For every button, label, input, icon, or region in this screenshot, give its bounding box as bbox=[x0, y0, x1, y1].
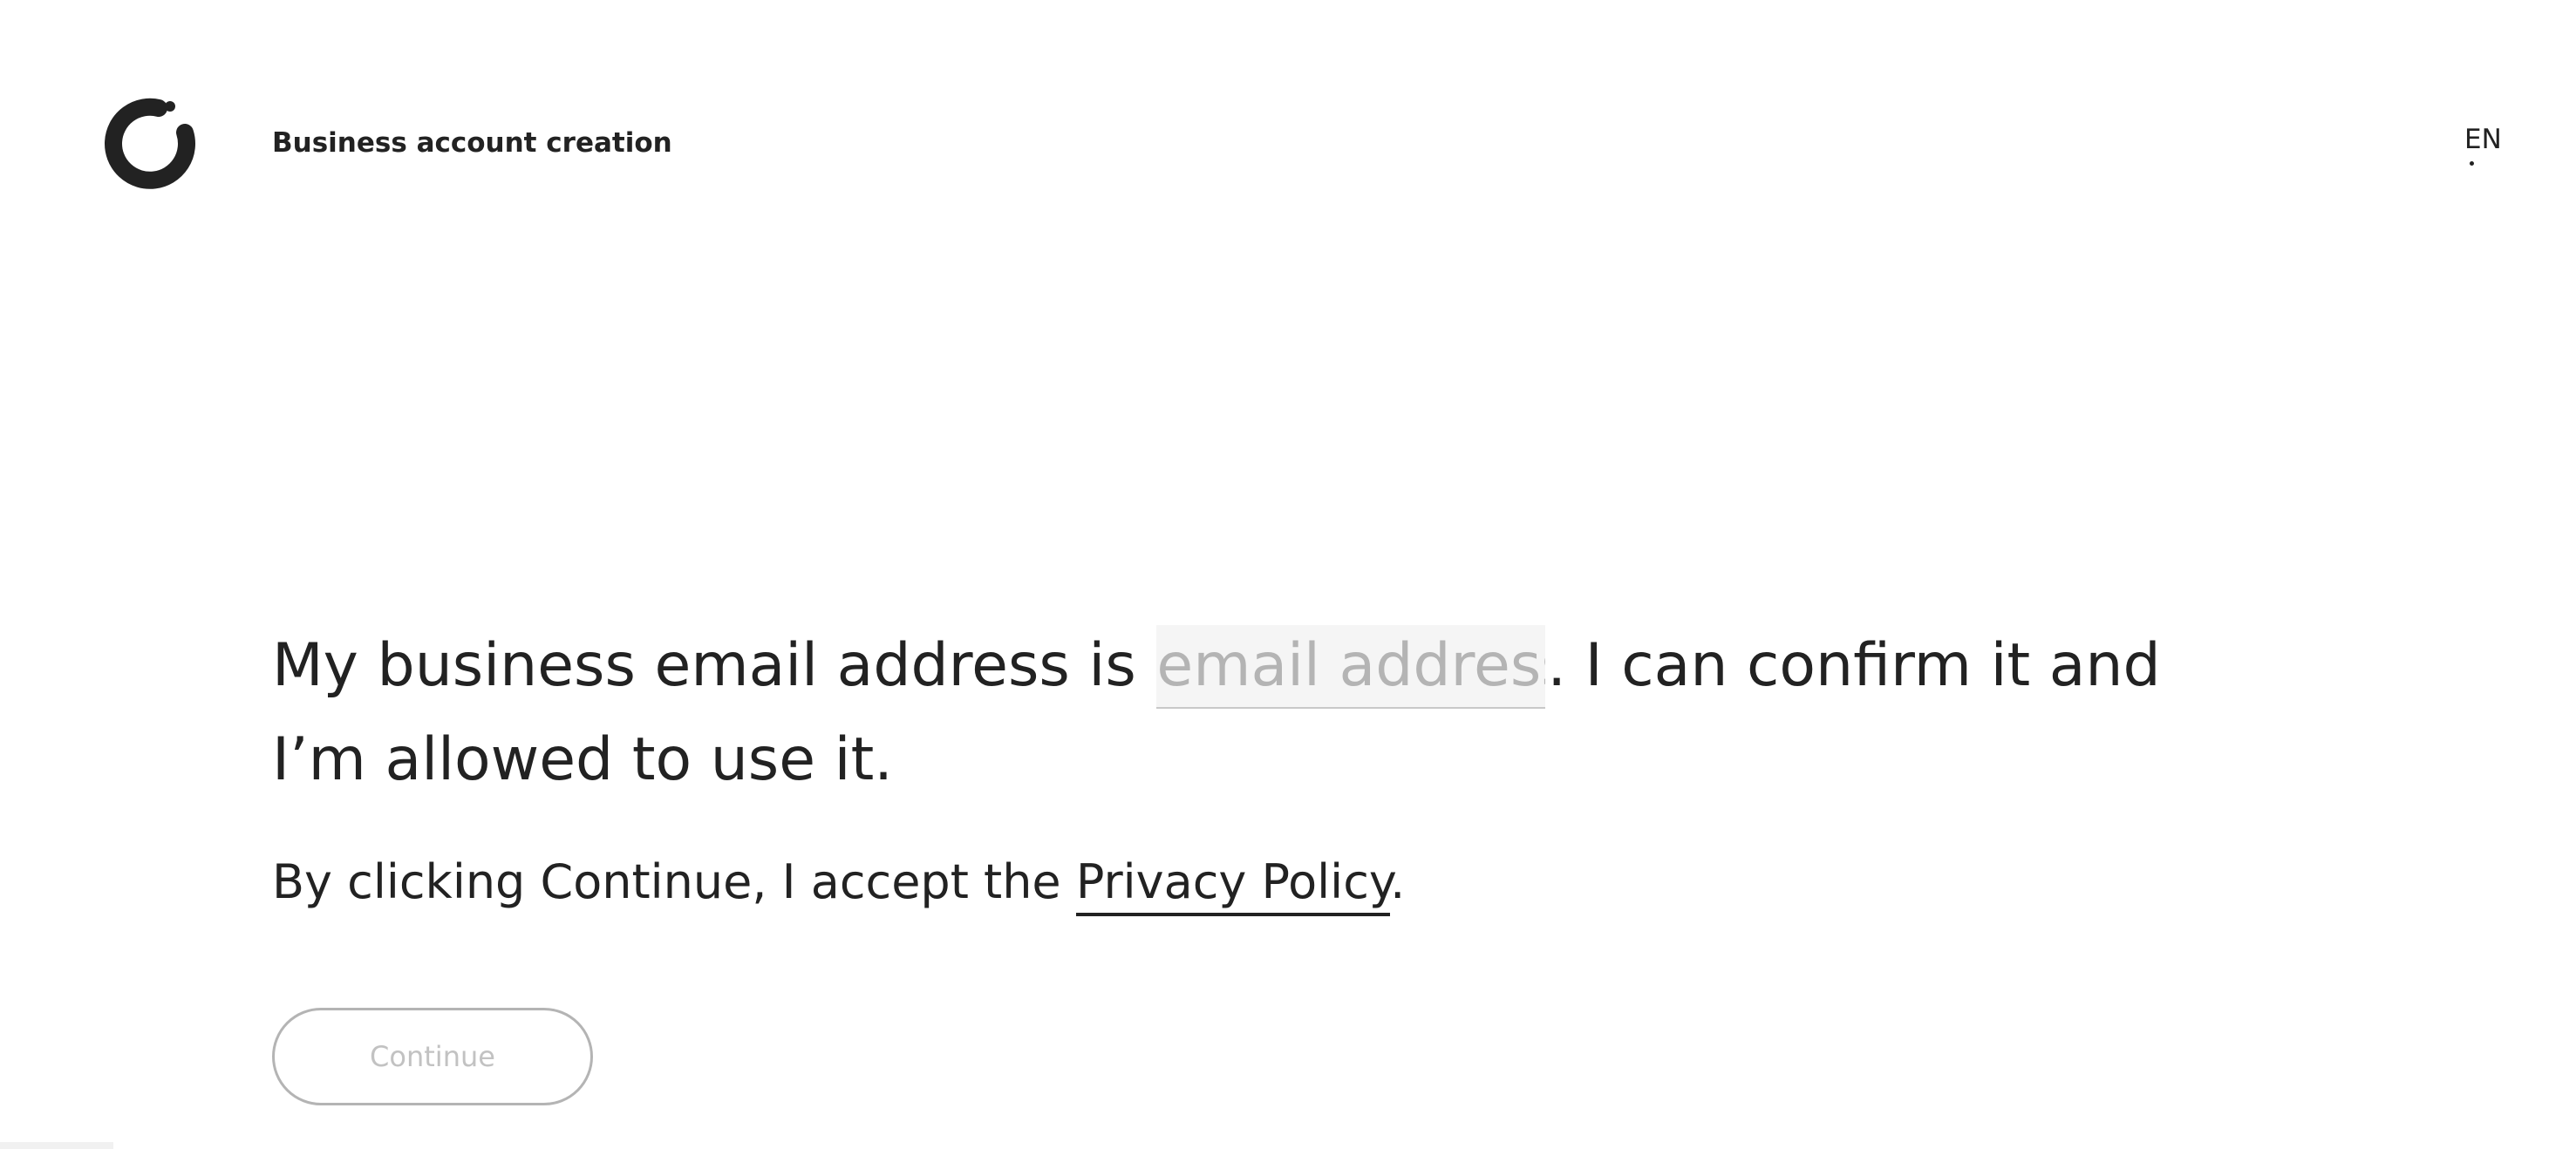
language-selector[interactable]: EN bbox=[2464, 122, 2517, 174]
brand-logo-icon[interactable] bbox=[103, 96, 197, 190]
language-label: EN bbox=[2464, 124, 2502, 155]
account-form: My business email address is . I can con… bbox=[272, 619, 2260, 917]
email-input[interactable] bbox=[1156, 624, 1546, 709]
privacy-policy-link[interactable]: Privacy Policy bbox=[1075, 854, 1391, 916]
policy-suffix: . bbox=[1390, 854, 1406, 909]
bottom-edge-strip bbox=[0, 1142, 113, 1149]
language-indicator-dot bbox=[2470, 161, 2474, 166]
email-statement: My business email address is . I can con… bbox=[272, 619, 2260, 807]
continue-button[interactable]: Continue bbox=[272, 1008, 593, 1105]
policy-prefix: By clicking Continue, I accept the bbox=[272, 854, 1076, 909]
statement-prefix: My business email address is bbox=[272, 631, 1155, 700]
policy-statement: By clicking Continue, I accept the Priva… bbox=[272, 847, 2260, 917]
page-title: Business account creation bbox=[272, 127, 672, 159]
